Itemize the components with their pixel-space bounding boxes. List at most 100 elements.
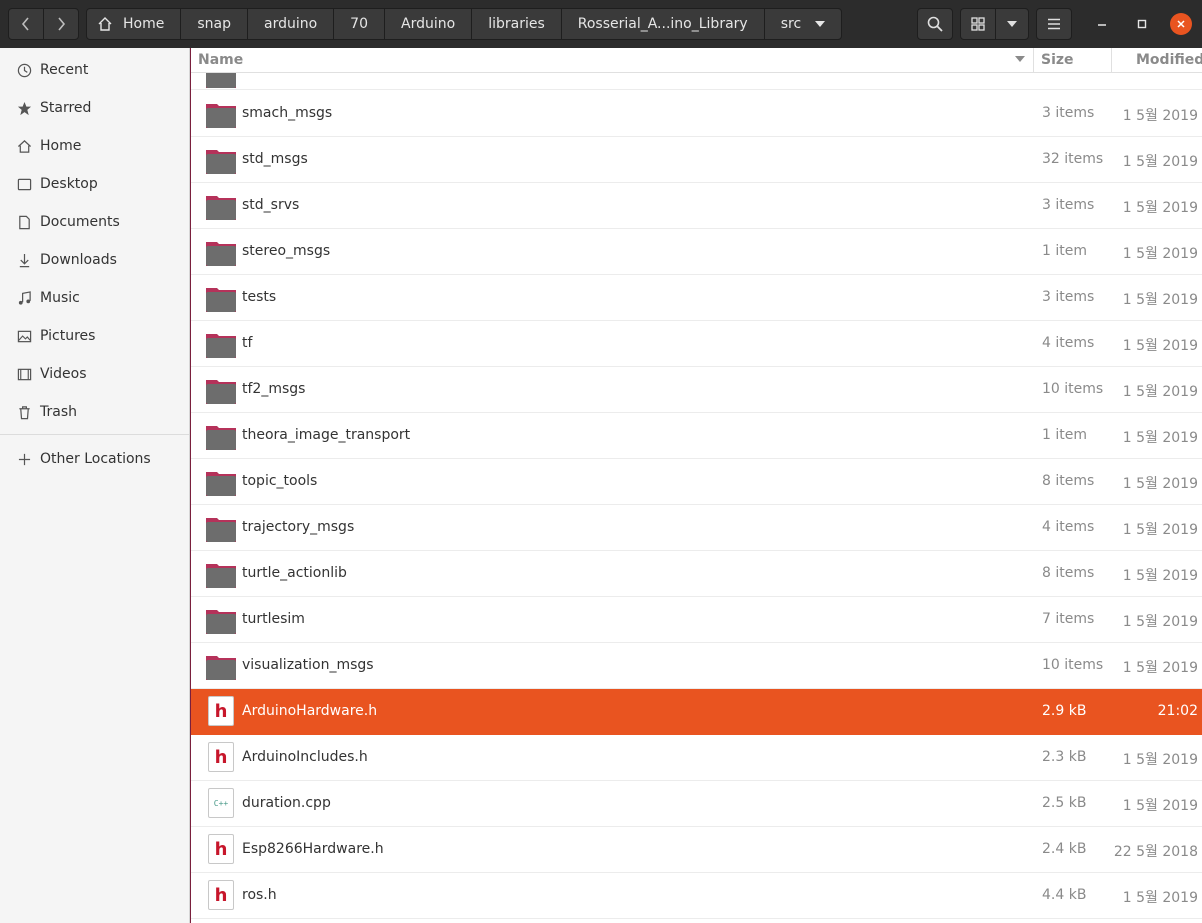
- folder-icon: [205, 282, 237, 314]
- sort-down-icon[interactable]: [1015, 56, 1025, 62]
- breadcrumb-70[interactable]: 70: [334, 9, 385, 39]
- breadcrumb-label: libraries: [488, 16, 545, 32]
- sidebar-item-trash[interactable]: Trash: [0, 393, 189, 431]
- file-modified: 1 5월 2019: [1122, 200, 1198, 216]
- chevron-right-icon: [58, 17, 66, 31]
- column-modified[interactable]: Modified: [1136, 52, 1202, 68]
- search-button[interactable]: [917, 8, 953, 40]
- cpp-file-icon: C++: [205, 788, 237, 820]
- table-row[interactable]: tf2_msgs 10 items 1 5월 2019: [191, 367, 1202, 413]
- folder-icon: [205, 190, 237, 222]
- column-header: Name Size Modified: [191, 48, 1202, 73]
- file-size: 2.5 kB: [1042, 795, 1087, 811]
- table-row[interactable]: tf 4 items 1 5월 2019: [191, 321, 1202, 367]
- sidebar-item-pictures[interactable]: Pictures: [0, 317, 189, 355]
- folder-icon: [205, 374, 237, 406]
- file-modified: 1 5월 2019: [1122, 154, 1198, 170]
- table-row[interactable]: trajectory_msgs 4 items 1 5월 2019: [191, 505, 1202, 551]
- maximize-icon: [1137, 19, 1147, 29]
- view-options-button[interactable]: [995, 8, 1029, 40]
- sidebar-item-documents[interactable]: Documents: [0, 203, 189, 241]
- file-size: 32 items: [1042, 151, 1104, 167]
- clock-icon: [16, 62, 32, 78]
- sidebar-item-downloads[interactable]: Downloads: [0, 241, 189, 279]
- table-row[interactable]: theora_image_transport 1 item 1 5월 2019: [191, 413, 1202, 459]
- back-button[interactable]: [8, 8, 44, 40]
- file-name: turtlesim: [242, 611, 305, 627]
- sidebar-item-label: Documents: [40, 214, 120, 230]
- breadcrumb: Home snap arduino 70 Arduino libraries R…: [86, 8, 843, 40]
- column-size[interactable]: Size: [1041, 52, 1074, 68]
- table-row[interactable]: turtlesim 7 items 1 5월 2019: [191, 597, 1202, 643]
- file-name: topic_tools: [242, 473, 318, 489]
- music-icon: [16, 290, 32, 306]
- close-button[interactable]: [1170, 13, 1192, 35]
- sidebar-item-other-locations[interactable]: Other Locations: [0, 440, 189, 478]
- caret-down-icon: [1007, 21, 1017, 27]
- breadcrumb-label: Arduino: [401, 16, 456, 32]
- table-row[interactable]: tests 3 items 1 5월 2019: [191, 275, 1202, 321]
- maximize-button[interactable]: [1130, 12, 1154, 36]
- sidebar-item-music[interactable]: Music: [0, 279, 189, 317]
- forward-button[interactable]: [43, 8, 79, 40]
- home-icon: [97, 16, 113, 32]
- file-size: 10 items: [1042, 381, 1104, 397]
- video-icon: [16, 366, 32, 382]
- table-row[interactable]: turtle_actionlib 8 items 1 5월 2019: [191, 551, 1202, 597]
- table-row[interactable]: smach_msgs 3 items 1 5월 2019: [191, 91, 1202, 137]
- file-size: 2.9 kB: [1042, 703, 1087, 719]
- column-name[interactable]: Name: [198, 52, 243, 68]
- file-list: Name Size Modified smach_msgs 3 items 1 5월…: [191, 48, 1202, 923]
- breadcrumb-libraries[interactable]: libraries: [472, 9, 562, 39]
- breadcrumb-arduino-dir[interactable]: Arduino: [385, 9, 473, 39]
- file-size: 1 item: [1042, 243, 1087, 259]
- table-row[interactable]: h ArduinoIncludes.h 2.3 kB 1 5월 2019: [191, 735, 1202, 781]
- file-modified: 1 5월 2019: [1122, 568, 1198, 584]
- minimize-icon: [1098, 24, 1106, 26]
- sidebar-item-label: Other Locations: [40, 451, 151, 467]
- sidebar-item-desktop[interactable]: Desktop: [0, 165, 189, 203]
- file-modified: 1 5월 2019: [1122, 660, 1198, 676]
- table-row[interactable]: stereo_msgs 1 item 1 5월 2019: [191, 229, 1202, 275]
- picture-icon: [16, 328, 32, 344]
- sidebar-item-recent[interactable]: Recent: [0, 51, 189, 89]
- file-name: ArduinoHardware.h: [242, 703, 378, 719]
- folder-icon: [205, 512, 237, 544]
- file-name: std_srvs: [242, 197, 300, 213]
- file-name: ArduinoIncludes.h: [242, 749, 368, 765]
- breadcrumb-src[interactable]: src: [765, 9, 841, 39]
- table-row[interactable]: h ArduinoHardware.h 2.9 kB 21:02: [191, 689, 1202, 735]
- sidebar-item-videos[interactable]: Videos: [0, 355, 189, 393]
- sidebar-item-label: Downloads: [40, 252, 117, 268]
- table-row[interactable]: h ros.h 4.4 kB 1 5월 2019: [191, 873, 1202, 919]
- sidebar-item-label: Desktop: [40, 176, 98, 192]
- table-row[interactable]: h Esp8266Hardware.h 2.4 kB 22 5월 2018: [191, 827, 1202, 873]
- breadcrumb-snap[interactable]: snap: [181, 9, 248, 39]
- table-row[interactable]: C++ duration.cpp 2.5 kB 1 5월 2019: [191, 781, 1202, 827]
- file-name: visualization_msgs: [242, 657, 374, 673]
- file-icon-label: h: [208, 742, 234, 772]
- breadcrumb-rosserial[interactable]: Rosserial_A...ino_Library: [562, 9, 765, 39]
- table-row[interactable]: topic_tools 8 items 1 5월 2019: [191, 459, 1202, 505]
- breadcrumb-label: src: [780, 16, 802, 32]
- file-name: std_msgs: [242, 151, 308, 167]
- file-name: duration.cpp: [242, 795, 331, 811]
- sidebar-item-starred[interactable]: Starred: [0, 89, 189, 127]
- table-row[interactable]: std_srvs 3 items 1 5월 2019: [191, 183, 1202, 229]
- file-modified: 1 5월 2019: [1122, 890, 1198, 906]
- sidebar-item-home[interactable]: Home: [0, 127, 189, 165]
- header-file-icon: h: [205, 834, 237, 866]
- caret-down-icon[interactable]: [815, 21, 826, 27]
- file-name: tests: [242, 289, 277, 305]
- file-size: 1 item: [1042, 427, 1087, 443]
- table-row[interactable]: std_msgs 32 items 1 5월 2019: [191, 137, 1202, 183]
- sidebar-separator: [0, 434, 189, 435]
- table-row[interactable]: visualization_msgs 10 items 1 5월 2019: [191, 643, 1202, 689]
- menu-button[interactable]: [1036, 8, 1072, 40]
- breadcrumb-arduino[interactable]: arduino: [248, 9, 335, 39]
- file-size: 8 items: [1042, 565, 1095, 581]
- breadcrumb-home[interactable]: Home: [87, 9, 182, 39]
- file-size: 4.4 kB: [1042, 887, 1087, 903]
- grid-view-button[interactable]: [960, 8, 996, 40]
- minimize-button[interactable]: [1090, 12, 1114, 36]
